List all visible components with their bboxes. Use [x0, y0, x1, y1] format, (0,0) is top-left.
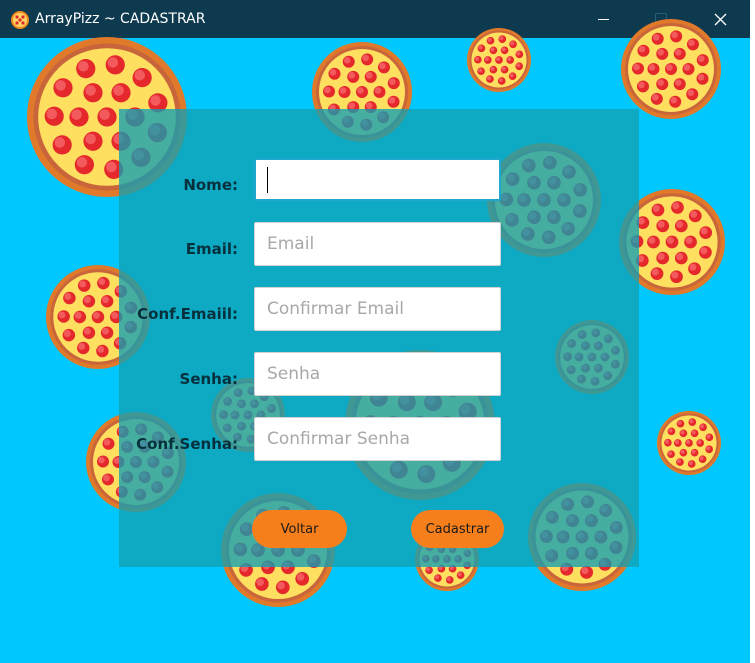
confirm-email-input[interactable] [254, 287, 501, 331]
pizza-icon [11, 11, 29, 29]
minimize-icon [597, 18, 609, 20]
name-input[interactable] [254, 158, 501, 201]
text-caret [267, 167, 268, 193]
confirm-password-label: Conf.Senha: [136, 435, 238, 453]
pizza-decoration [467, 28, 531, 92]
name-label: Nome: [183, 176, 238, 194]
window-edge [750, 0, 755, 663]
password-label: Senha: [179, 370, 238, 388]
pizza-decoration [657, 411, 721, 475]
back-button[interactable]: Voltar [252, 510, 347, 548]
email-label: Email: [185, 240, 238, 258]
register-form-panel: Nome: Email: Conf.Emaiil: Senha: Conf.Se… [119, 109, 639, 567]
app-window: ArrayPizz ~ CADASTRAR Nome: Email: Conf.… [0, 0, 750, 663]
window-title: ArrayPizz ~ CADASTRAR [35, 11, 206, 27]
confirm-email-label: Conf.Emaiil: [137, 305, 238, 323]
confirm-password-input[interactable] [254, 417, 501, 461]
pizza-decoration [621, 19, 721, 119]
register-button[interactable]: Cadastrar [411, 510, 504, 548]
password-input[interactable] [254, 352, 501, 396]
email-input[interactable] [254, 222, 501, 266]
